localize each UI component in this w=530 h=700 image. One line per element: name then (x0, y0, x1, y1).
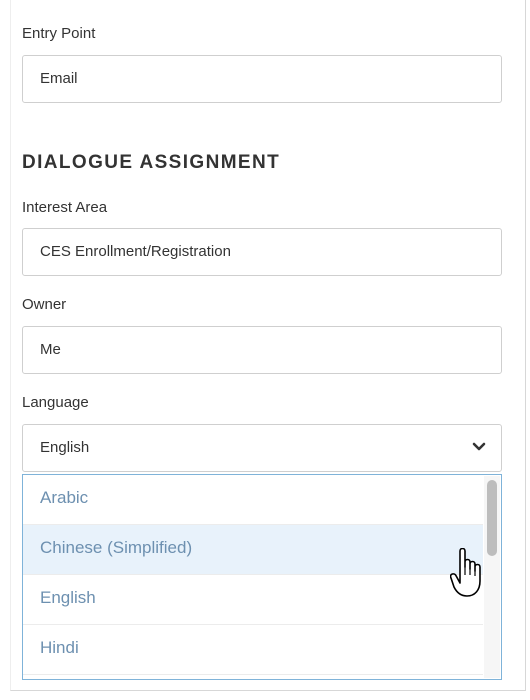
interest-area-value: CES Enrollment/Registration (40, 243, 231, 260)
language-label: Language (22, 394, 89, 411)
owner-label: Owner (22, 296, 67, 313)
section-title: DIALOGUE ASSIGNMENT (22, 152, 281, 173)
language-option-hindi[interactable]: Hindi (23, 625, 483, 675)
entry-point-field[interactable]: Email (22, 55, 502, 103)
language-option-chinese-simplified[interactable]: Chinese (Simplified) (23, 525, 483, 575)
language-option-label: English (40, 588, 96, 607)
language-option-arabic[interactable]: Arabic (23, 475, 483, 525)
interest-area-field[interactable]: CES Enrollment/Registration (22, 228, 502, 276)
language-option-label: Chinese (Simplified) (40, 538, 193, 557)
dropdown-scroll-thumb[interactable] (487, 480, 497, 556)
language-select[interactable]: English (22, 424, 502, 472)
interest-area-label: Interest Area (22, 199, 108, 216)
language-option-label: Arabic (40, 488, 89, 507)
dropdown-scrollbar[interactable] (484, 476, 500, 678)
owner-value: Me (40, 341, 61, 358)
language-option-label: Hindi (40, 638, 79, 657)
owner-field[interactable]: Me (22, 326, 502, 374)
language-option-english[interactable]: English (23, 575, 483, 625)
entry-point-value: Email (40, 70, 78, 87)
language-selected-value: English (40, 439, 90, 456)
hand-pointer-icon (450, 548, 481, 597)
entry-point-label: Entry Point (22, 25, 96, 42)
chevron-down-icon[interactable] (472, 440, 486, 454)
language-dropdown-list[interactable]: Arabic Chinese (Simplified) English Hind… (22, 474, 502, 680)
